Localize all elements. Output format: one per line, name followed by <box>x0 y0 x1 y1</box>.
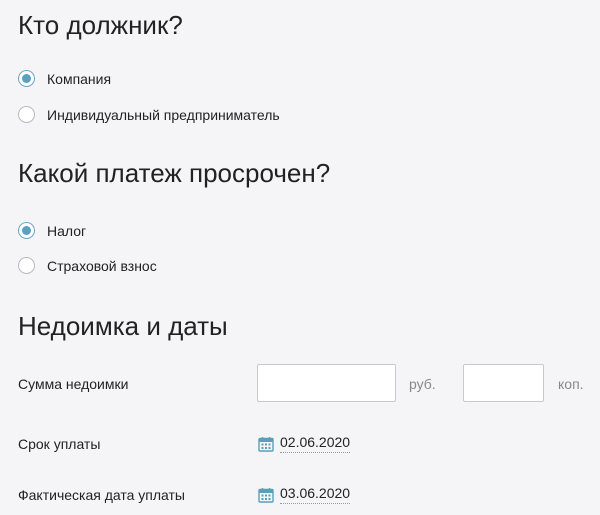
radio-label: Компания <box>47 70 112 87</box>
debtor-title: Кто должник? <box>18 10 183 40</box>
radio-label: Индивидуальный предприниматель <box>47 106 280 123</box>
radio-button-checked[interactable] <box>18 70 35 87</box>
actual-date-value[interactable]: 03.06.2020 <box>280 485 351 504</box>
actual-date-picker[interactable]: 03.06.2020 <box>258 485 351 504</box>
kop-input[interactable] <box>463 364 544 402</box>
rub-unit: руб. <box>409 376 436 392</box>
radio-debtor-entrepreneur[interactable]: Индивидуальный предприниматель <box>18 106 280 123</box>
calendar-icon <box>258 436 274 452</box>
payment-title: Какой платеж просрочен? <box>18 158 331 188</box>
radio-label: Налог <box>47 222 87 239</box>
kop-unit: коп. <box>558 376 584 392</box>
due-date-value[interactable]: 02.06.2020 <box>280 434 351 453</box>
radio-debtor-company[interactable]: Компания <box>18 70 111 87</box>
radio-button[interactable] <box>18 106 35 123</box>
radio-payment-tax[interactable]: Налог <box>18 222 86 239</box>
actual-date-label: Фактическая дата уплаты <box>18 487 185 503</box>
due-date-picker[interactable]: 02.06.2020 <box>258 434 351 453</box>
rub-input[interactable] <box>257 364 396 402</box>
radio-label: Страховой взнос <box>47 257 157 274</box>
radio-payment-insurance[interactable]: Страховой взнос <box>18 257 157 274</box>
arrears-title: Недоимка и даты <box>18 311 228 341</box>
amount-label: Сумма недоимки <box>18 376 129 392</box>
radio-button-checked[interactable] <box>18 222 35 239</box>
due-date-label: Срок уплаты <box>18 436 101 452</box>
calendar-icon <box>258 487 274 503</box>
radio-button[interactable] <box>18 257 35 274</box>
